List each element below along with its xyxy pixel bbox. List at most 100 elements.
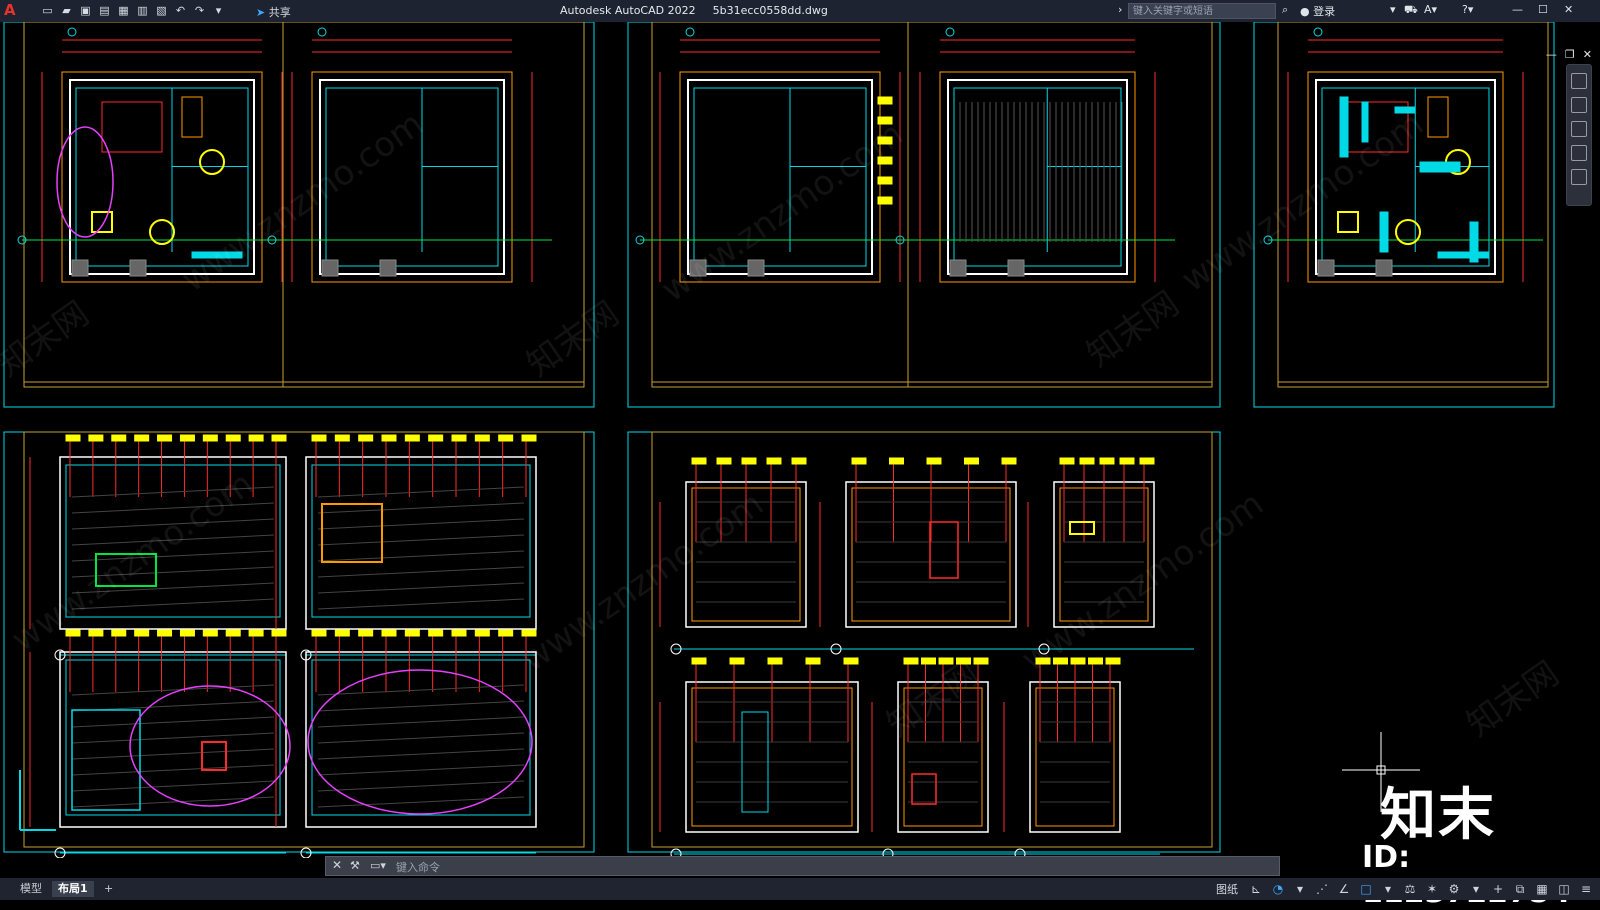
elevation-mirror [929,521,959,579]
search-input[interactable]: 键入关键字或短语 [1128,3,1276,19]
save-as-icon[interactable]: ▤ [97,4,112,18]
axis-bubble [317,27,327,37]
ceiling-tag [877,176,893,185]
plot-icon[interactable]: ▦ [116,4,131,18]
plan-column [1317,259,1335,277]
add-layout-icon[interactable]: + [98,881,119,897]
new-icon[interactable]: ▭ [40,4,55,18]
showmotion-icon[interactable] [1571,169,1587,185]
signin-dropdown-icon[interactable]: ▾ [1390,3,1396,16]
ceiling-tag [877,96,893,105]
lineweight-icon[interactable]: ▾ [1380,881,1396,897]
callout-tag [358,629,374,637]
maximize-icon[interactable]: ☐ [1538,3,1548,16]
callout-tag [1001,457,1017,465]
search-icon[interactable]: ⌕ [1282,3,1288,17]
callout-tag [271,629,287,637]
callout-tag [88,434,104,442]
close-viewport-icon[interactable]: ✕ [1583,48,1592,61]
hatch-line [317,534,525,546]
annotation-scale-icon[interactable]: ⚖ [1402,881,1418,897]
callout-tag [474,434,490,442]
brand-watermark: 知末 [1380,783,1496,848]
publish-icon[interactable]: ▥ [135,4,150,18]
status-bar: 模型 布局1 + 图纸 ⊾ ◔ ▾ ⋰ ∠ □ ▾ ⚖ ✶ ⚙ ▾ + ⧉ ▦ … [0,878,1600,900]
isolate-objects-icon[interactable]: ◫ [1556,881,1572,897]
drawing-canvas[interactable]: 知末网 知末网 知末网 www.znzmo.com www.znzmo.com … [0,22,1600,858]
restore-viewport-icon[interactable]: ❐ [1565,48,1575,61]
callout-tag [248,434,264,442]
polar-tracking-icon[interactable]: ◔ [1270,881,1286,897]
autodesk-app-icon[interactable]: A▾ [1424,3,1437,16]
orbit-icon[interactable] [1571,145,1587,161]
undo-icon[interactable]: ↶ [173,4,188,18]
hatch-line [317,550,525,562]
autocad-logo-icon[interactable]: A [4,2,20,19]
plan-chair [91,211,113,233]
zoom-icon[interactable] [1571,121,1587,137]
callout-tag [1139,457,1155,465]
elevation-frame [305,456,537,630]
callout-tag [926,457,942,465]
open-icon[interactable]: ▰ [59,4,74,18]
hatch-line [71,796,275,808]
steering-wheel-icon[interactable] [1571,73,1587,89]
close-command-icon[interactable]: ✕ [332,858,342,872]
callout-tag [225,629,241,637]
customize-command-icon[interactable]: ⚒ [350,859,360,872]
pan-icon[interactable] [1571,97,1587,113]
lighting-block [1469,221,1479,263]
hatch-line [317,764,525,776]
window-title: Autodesk AutoCAD 2022 5b31ecc0558dd.dwg [560,4,840,17]
share-button[interactable]: ➤ 共享 [256,4,291,20]
command-input[interactable]: 键入命令 [396,859,440,875]
close-icon[interactable]: ✕ [1564,3,1573,16]
callout-tag [202,629,218,637]
elevation-fixture [1069,521,1095,535]
search-expand-icon[interactable]: › [1118,3,1122,16]
customization-icon[interactable]: ≡ [1578,881,1594,897]
lighting-block [1379,211,1389,253]
workspace-dropdown-icon[interactable]: ▾ [1468,881,1484,897]
sheet-frame [627,431,1221,853]
command-prompt-icon[interactable]: ▭▾ [370,859,386,872]
units-icon[interactable]: ⧉ [1512,881,1528,897]
tab-model[interactable]: 模型 [14,881,48,897]
plan-column [321,259,339,277]
isodraft-icon[interactable]: ⋰ [1314,881,1330,897]
callout-tag [691,657,707,665]
object-snap-tracking-icon[interactable]: ∠ [1336,881,1352,897]
callout-tag [1088,657,1103,665]
redo-icon[interactable]: ↷ [192,4,207,18]
callout-tag [134,629,150,637]
callout-tag [451,434,467,442]
elevation-tv [201,741,227,771]
minimize-viewport-icon[interactable]: — [1546,48,1557,61]
ortho-icon[interactable]: ⊾ [1248,881,1264,897]
plus-icon[interactable]: + [1490,881,1506,897]
cart-icon[interactable]: ⛟ [1404,3,1418,18]
hatch-line [317,486,525,498]
workspace-icon[interactable]: ⚙ [1446,881,1462,897]
customize-icon[interactable]: ▾ [211,4,226,18]
callout-tag [65,434,81,442]
paper-space-toggle[interactable]: 图纸 [1216,881,1238,897]
help-icon[interactable]: ?▾ [1462,3,1473,16]
object-snap-icon[interactable]: □ [1358,881,1374,897]
app-name: Autodesk AutoCAD 2022 [560,4,696,17]
share-label: 共享 [268,6,291,19]
annotation-visibility-icon[interactable]: ✶ [1424,881,1440,897]
plan-column [1375,259,1393,277]
save-icon[interactable]: ▣ [78,4,93,18]
print-icon[interactable]: ▧ [154,4,169,18]
tab-layout1[interactable]: 布局1 [52,881,94,897]
hardware-acceleration-icon[interactable]: ▦ [1534,881,1550,897]
polar-dropdown-icon[interactable]: ▾ [1292,881,1308,897]
signin-button[interactable]: ● 登录 [1300,3,1335,19]
hatch-line [71,764,275,776]
callout-tag [179,629,195,637]
minimize-icon[interactable]: — [1512,3,1523,16]
hatch-line [317,716,525,728]
plan-column [379,259,397,277]
hatch-line [71,732,275,744]
